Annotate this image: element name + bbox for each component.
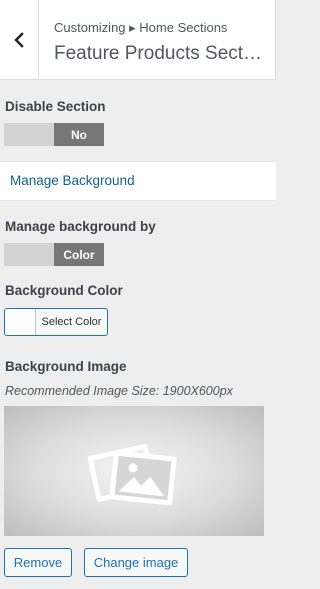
- background-image-preview[interactable]: [4, 406, 264, 536]
- toggle-value: Color: [54, 243, 104, 266]
- image-placeholder-icon: [88, 444, 177, 506]
- manage-background-by-toggle[interactable]: Color: [4, 243, 104, 266]
- toggle-off-segment: [4, 243, 54, 266]
- select-color-label: Select Color: [41, 316, 102, 328]
- toggle-value: No: [54, 123, 104, 146]
- change-image-button[interactable]: Change image: [84, 548, 188, 577]
- toggle-off-segment: [4, 123, 54, 146]
- background-color-label: Background Color: [5, 283, 123, 298]
- manage-background-row: Manage Background: [0, 161, 276, 201]
- manage-background-by-label: Manage background by: [5, 219, 156, 234]
- image-size-hint: Recommended Image Size: 1900X600px: [5, 384, 233, 398]
- disable-section-toggle[interactable]: No: [4, 123, 104, 146]
- manage-background-link[interactable]: Manage Background: [10, 173, 135, 188]
- disable-section-label: Disable Section: [5, 99, 106, 114]
- select-color-button[interactable]: Select Color: [4, 308, 108, 336]
- section-header: Customizing ▸ Home Sections Feature Prod…: [0, 0, 276, 80]
- remove-image-button[interactable]: Remove: [4, 548, 72, 577]
- background-image-label: Background Image: [5, 359, 127, 374]
- breadcrumb: Customizing ▸ Home Sections: [54, 20, 228, 35]
- chevron-left-icon: [14, 31, 24, 48]
- customizer-panel: Customizing ▸ Home Sections Feature Prod…: [0, 0, 278, 589]
- color-swatch: [5, 309, 36, 335]
- page-title: Feature Products Sect…: [54, 43, 263, 64]
- back-button[interactable]: [0, 0, 39, 79]
